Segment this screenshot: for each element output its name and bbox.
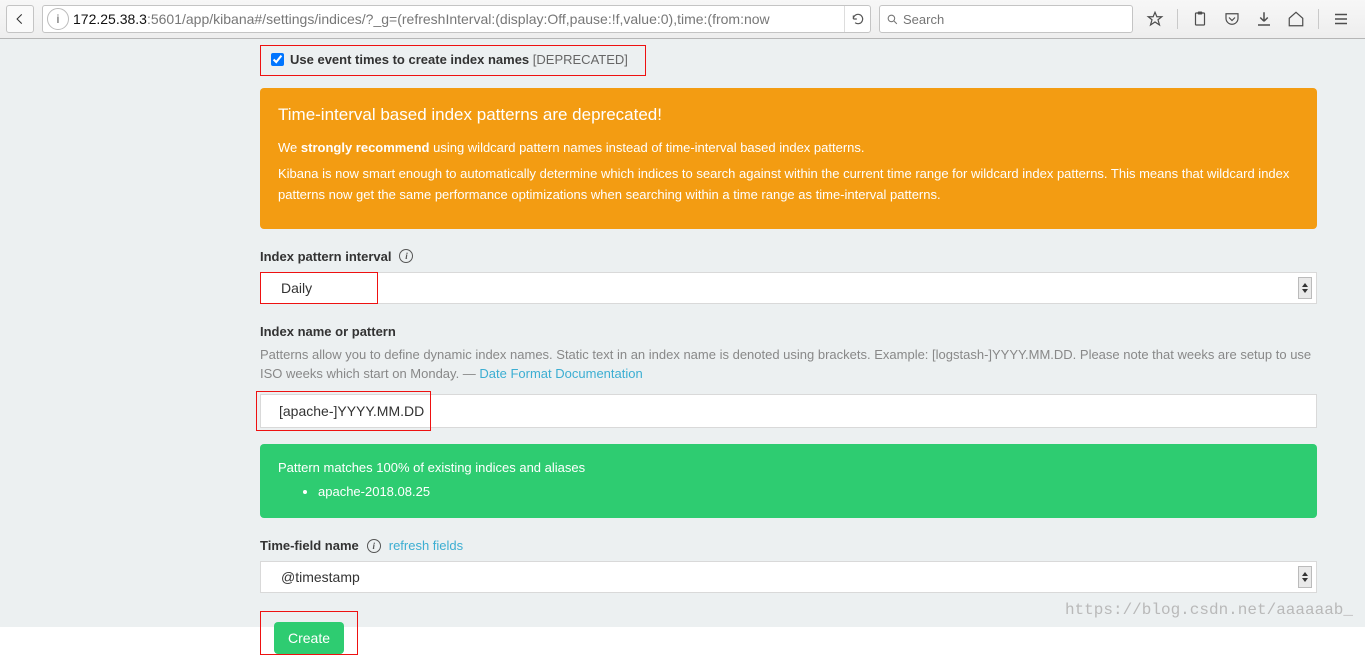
deprecation-alert: Time-interval based index patterns are d… bbox=[260, 88, 1317, 229]
index-name-block: Index name or pattern Patterns allow you… bbox=[260, 324, 1317, 428]
url-text: 172.25.38.3:5601/app/kibana#/settings/in… bbox=[73, 11, 844, 28]
use-event-times-row: Use event times to create index names [D… bbox=[260, 45, 646, 76]
arrow-left-icon bbox=[13, 12, 27, 26]
deprecation-p1-strong: strongly recommend bbox=[301, 140, 430, 155]
watermark: https://blog.csdn.net/aaaaaab_ bbox=[1065, 601, 1353, 619]
interval-block: Index pattern interval i Daily bbox=[260, 249, 1317, 304]
interval-label: Index pattern interval bbox=[260, 249, 391, 264]
reload-icon bbox=[851, 12, 865, 26]
deprecation-title: Time-interval based index patterns are d… bbox=[278, 102, 1299, 128]
pattern-match-alert: Pattern matches 100% of existing indices… bbox=[260, 444, 1317, 518]
deprecation-p1: We strongly recommend using wildcard pat… bbox=[278, 138, 1299, 158]
use-event-times-label[interactable]: Use event times to create index names [D… bbox=[271, 52, 635, 67]
downloads-icon[interactable] bbox=[1254, 9, 1274, 29]
index-name-label: Index name or pattern bbox=[260, 324, 1317, 339]
browser-search-input[interactable] bbox=[903, 12, 1126, 27]
interval-label-row: Index pattern interval i bbox=[260, 249, 1317, 264]
info-icon[interactable]: i bbox=[367, 539, 381, 553]
toolbar-icons bbox=[1137, 9, 1359, 29]
index-name-input-wrap bbox=[260, 394, 1317, 428]
home-icon[interactable] bbox=[1286, 9, 1306, 29]
url-bar[interactable]: i 172.25.38.3:5601/app/kibana#/settings/… bbox=[42, 5, 871, 33]
index-name-hint: Patterns allow you to define dynamic ind… bbox=[260, 345, 1317, 384]
date-format-doc-link[interactable]: Date Format Documentation bbox=[479, 366, 642, 381]
timefield-select[interactable]: @timestamp bbox=[261, 562, 1316, 592]
interval-select-wrap: Daily bbox=[260, 272, 1317, 304]
toolbar-separator bbox=[1177, 9, 1178, 29]
search-icon bbox=[886, 13, 899, 26]
pocket-icon[interactable] bbox=[1222, 9, 1242, 29]
refresh-fields-link[interactable]: refresh fields bbox=[389, 538, 463, 553]
timefield-label: Time-field name bbox=[260, 538, 359, 553]
reload-button[interactable] bbox=[844, 6, 870, 32]
create-row: Create bbox=[260, 611, 358, 655]
site-info-icon[interactable]: i bbox=[47, 8, 69, 30]
use-event-times-checkbox[interactable] bbox=[271, 53, 284, 66]
deprecation-p1-post: using wildcard pattern names instead of … bbox=[429, 140, 864, 155]
pattern-match-summary: Pattern matches 100% of existing indices… bbox=[278, 458, 1299, 478]
pattern-match-list: apache-2018.08.25 bbox=[318, 482, 1299, 502]
page-body: Use event times to create index names [D… bbox=[0, 39, 1365, 627]
checkbox-text: Use event times to create index names [D… bbox=[290, 52, 628, 67]
index-name-hint-text: Patterns allow you to define dynamic ind… bbox=[260, 347, 1311, 382]
info-icon[interactable]: i bbox=[399, 249, 413, 263]
browser-search[interactable] bbox=[879, 5, 1133, 33]
back-button[interactable] bbox=[6, 5, 34, 33]
deprecation-p2: Kibana is now smart enough to automatica… bbox=[278, 164, 1299, 204]
interval-select[interactable]: Daily bbox=[261, 273, 1316, 303]
list-item: apache-2018.08.25 bbox=[318, 482, 1299, 502]
clipboard-icon[interactable] bbox=[1190, 9, 1210, 29]
menu-icon[interactable] bbox=[1331, 9, 1351, 29]
timefield-label-row: Time-field name i refresh fields bbox=[260, 538, 1317, 553]
checkbox-text-bold: Use event times to create index names bbox=[290, 52, 529, 67]
browser-chrome: i 172.25.38.3:5601/app/kibana#/settings/… bbox=[0, 0, 1365, 39]
checkbox-text-deprecated: [DEPRECATED] bbox=[529, 52, 628, 67]
index-name-input[interactable] bbox=[261, 395, 1316, 427]
timefield-block: Time-field name i refresh fields @timest… bbox=[260, 538, 1317, 593]
url-rest: :5601/app/kibana#/settings/indices/?_g=(… bbox=[147, 11, 770, 27]
bookmark-star-icon[interactable] bbox=[1145, 9, 1165, 29]
timefield-select-wrap: @timestamp bbox=[260, 561, 1317, 593]
select-arrow-icon bbox=[1298, 277, 1312, 299]
select-arrow-icon bbox=[1298, 566, 1312, 588]
deprecation-p1-pre: We bbox=[278, 140, 301, 155]
url-host: 172.25.38.3 bbox=[73, 11, 147, 27]
settings-form: Use event times to create index names [D… bbox=[260, 39, 1317, 655]
toolbar-separator bbox=[1318, 9, 1319, 29]
